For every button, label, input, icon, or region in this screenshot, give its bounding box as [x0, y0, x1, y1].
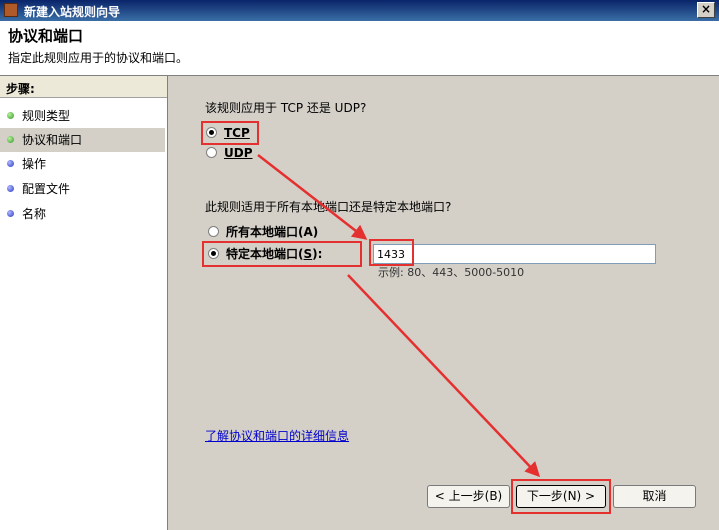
step-action[interactable]: 操作 — [0, 152, 165, 176]
step-rule-type[interactable]: 规则类型 — [0, 104, 165, 128]
close-button[interactable]: × — [697, 2, 715, 18]
wizard-header: 协议和端口 指定此规则应用于的协议和端口。 — [0, 21, 719, 76]
step-label: 操作 — [22, 157, 47, 171]
mnemonic-paren: ): — [312, 247, 323, 261]
radio-unchecked-icon — [208, 226, 219, 237]
step-protocol-ports[interactable]: 协议和端口 — [0, 128, 165, 152]
window-title: 新建入站规则向导 — [24, 5, 121, 19]
specific-ports-label: 特定本地端口 — [226, 247, 299, 261]
specific-ports-mnemonic: S — [303, 247, 313, 261]
step-label: 规则类型 — [22, 109, 71, 123]
arrow-port-to-next — [347, 274, 541, 478]
back-button[interactable]: < 上一步(B) — [427, 485, 510, 508]
radio-checked-icon — [206, 127, 217, 138]
protocol-question: 该规则应用于 TCP 还是 UDP? — [205, 101, 367, 115]
step-label: 名称 — [22, 207, 47, 221]
protocol-help-link[interactable]: 了解协议和端口的详细信息 — [205, 427, 349, 444]
page-description: 指定此规则应用于的协议和端口。 — [8, 51, 189, 65]
all-ports-label: 所有本地端口 — [226, 225, 299, 239]
step-label: 协议和端口 — [22, 133, 83, 147]
ports-question: 此规则适用于所有本地端口还是特定本地端口? — [205, 200, 452, 214]
radio-checked-icon — [208, 248, 219, 259]
page-title: 协议和端口 — [8, 27, 84, 45]
radio-unchecked-icon — [206, 147, 217, 158]
title-bar: 新建入站规则向导 × — [0, 0, 719, 21]
ports-example: 示例: 80、443、5000-5010 — [378, 266, 525, 279]
step-profile[interactable]: 配置文件 — [0, 177, 165, 201]
specific-ports-input[interactable] — [373, 244, 656, 264]
next-button[interactable]: 下一步(N) > — [516, 485, 606, 508]
step-pending-icon — [7, 160, 14, 167]
step-label: 配置文件 — [22, 182, 71, 196]
steps-panel: 步骤: 规则类型 协议和端口 操作 配置文件 名称 — [0, 76, 168, 530]
step-done-icon — [7, 112, 14, 119]
step-name[interactable]: 名称 — [0, 202, 165, 226]
steps-label: 步骤: — [0, 76, 167, 98]
step-pending-icon — [7, 185, 14, 192]
all-ports-mnemonic: (A) — [298, 225, 319, 239]
tcp-label: TCP — [224, 126, 250, 140]
step-current-icon — [7, 136, 14, 143]
step-pending-icon — [7, 210, 14, 217]
cancel-button[interactable]: 取消 — [613, 485, 696, 508]
udp-label: UDP — [224, 146, 253, 160]
firewall-app-icon — [4, 3, 18, 17]
